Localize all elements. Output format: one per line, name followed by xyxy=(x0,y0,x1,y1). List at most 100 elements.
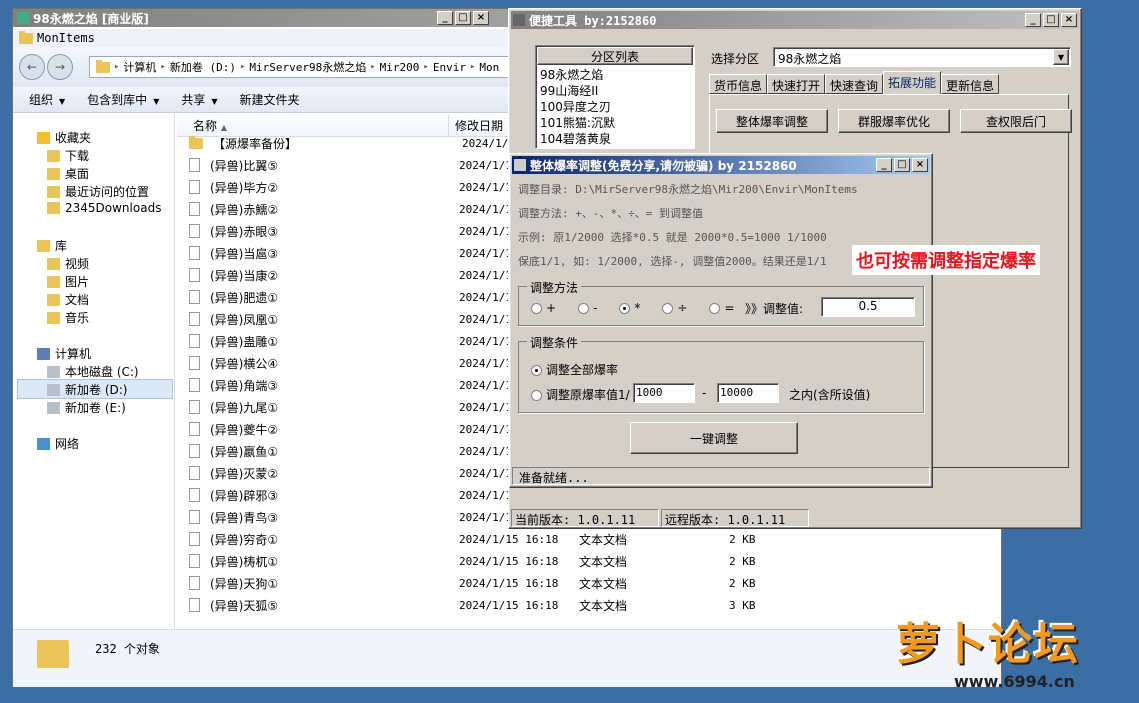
ext-button-0[interactable]: 整体爆率调整 xyxy=(716,109,828,133)
cond-range-radio[interactable]: 调整原爆率值1/ xyxy=(531,386,630,403)
op-radio[interactable]: ÷ xyxy=(662,301,687,315)
zone-item[interactable]: 100异度之刃 xyxy=(536,98,694,114)
nav-item[interactable]: 收藏夹 xyxy=(37,129,91,146)
watermark: 萝卜论坛 www.6994.cn xyxy=(896,608,1118,696)
toolbar-button[interactable]: 共享 ▼ xyxy=(181,91,217,108)
tab-0[interactable]: 货币信息 xyxy=(709,74,768,94)
breadcrumb-item[interactable]: 计算机 xyxy=(123,59,156,75)
chevron-right-icon[interactable]: ▸ xyxy=(370,62,375,72)
maximize-button[interactable]: □ xyxy=(894,158,910,172)
nav-item[interactable]: 新加卷 (D:) xyxy=(47,381,127,398)
close-button[interactable]: × xyxy=(473,11,489,25)
file-name: (异兽)辟邪③ xyxy=(210,488,279,503)
nav-item[interactable]: 桌面 xyxy=(47,165,89,182)
folder-icon xyxy=(19,30,33,44)
file-name: (异兽)蛊雕① xyxy=(210,334,279,349)
nav-item[interactable]: 下载 xyxy=(47,147,89,164)
ext-button-1[interactable]: 群服爆率优化 xyxy=(838,109,950,133)
details-pane: 232 个对象 xyxy=(13,629,1001,687)
minimize-button[interactable]: _ xyxy=(1025,13,1041,27)
chevron-right-icon[interactable]: ▸ xyxy=(240,62,245,72)
back-button[interactable]: ← xyxy=(19,54,45,80)
nav-item[interactable]: 最近访问的位置 xyxy=(47,183,149,200)
zone-item[interactable]: 98永燃之焰 xyxy=(536,66,694,82)
nav-item[interactable]: 音乐 xyxy=(47,309,89,326)
zone-item[interactable]: 99山海经II xyxy=(536,82,694,98)
zone-item[interactable]: 101熊猫:沉默 xyxy=(536,114,694,130)
op-radio[interactable]: - xyxy=(578,301,597,315)
file-row[interactable]: (异兽)梼杌① 2024/1/15 16:18 文本文档 2 KB xyxy=(189,550,1009,572)
breadcrumb-item[interactable]: MirServer98永燃之焰 xyxy=(249,59,366,75)
tab-2[interactable]: 快速查询 xyxy=(825,74,884,94)
chevron-right-icon[interactable]: ▸ xyxy=(423,62,428,72)
tab-1[interactable]: 快速打开 xyxy=(767,74,826,94)
file-row[interactable]: (异兽)天狐⑤ 2024/1/15 16:18 文本文档 3 KB xyxy=(189,594,1009,616)
nav-item[interactable]: 网络 xyxy=(37,435,79,452)
minimize-button[interactable]: _ xyxy=(437,11,453,25)
toolbar-button[interactable]: 包含到库中 ▼ xyxy=(87,91,159,108)
tool-titlebar[interactable]: 便捷工具 by:2152860 _ □ × xyxy=(511,11,1079,29)
nav-item[interactable]: 图片 xyxy=(47,273,89,290)
toolbar-button[interactable]: 新建文件夹 xyxy=(240,91,300,108)
run-adjust-button[interactable]: 一键调整 xyxy=(630,422,798,454)
cond-all-radio[interactable]: 调整全部爆率 xyxy=(531,361,618,378)
folder-large-icon xyxy=(37,640,69,668)
nav-item[interactable]: 视频 xyxy=(47,255,89,272)
maximize-button[interactable]: □ xyxy=(455,11,471,25)
op-radio[interactable]: * xyxy=(619,301,640,315)
minimize-button[interactable]: _ xyxy=(876,158,892,172)
forward-button[interactable]: → xyxy=(47,54,73,80)
maximize-button[interactable]: □ xyxy=(1043,13,1059,27)
close-button[interactable]: × xyxy=(912,158,928,172)
op-radio[interactable]: + xyxy=(531,301,556,315)
file-name: (异兽)梼杌① xyxy=(210,554,279,569)
op-label: ÷ xyxy=(677,301,688,315)
value-input[interactable]: 0.5 xyxy=(821,297,915,317)
dialog-titlebar[interactable]: 整体爆率调整(免费分享,请勿被骗) by 2152860 _ □ × xyxy=(512,156,930,174)
nav-item[interactable]: 本地磁盘 (C:) xyxy=(47,363,139,380)
nav-item[interactable]: 计算机 xyxy=(37,345,91,362)
file-row[interactable]: (异兽)穷奇① 2024/1/15 16:18 文本文档 2 KB xyxy=(189,528,1009,550)
close-button[interactable]: × xyxy=(1061,13,1077,27)
range-to-input[interactable]: 10000 xyxy=(717,383,779,403)
file-name: (异兽)毕方② xyxy=(210,180,279,195)
nav-label: 本地磁盘 (C:) xyxy=(65,365,139,379)
zone-item[interactable]: 104碧落黄泉 xyxy=(536,130,694,146)
folder-icon xyxy=(96,59,110,73)
tab-3[interactable]: 拓展功能 xyxy=(883,71,942,94)
nav-item[interactable]: 2345Downloads xyxy=(47,201,161,215)
breadcrumb-item[interactable]: Mir200 xyxy=(380,61,420,74)
chevron-right-icon[interactable]: ▸ xyxy=(114,62,119,72)
breadcrumb-item[interactable]: Envir xyxy=(433,61,466,74)
method-description: 调整方法: +、-、*、÷、= 到调整值 xyxy=(518,207,703,220)
watermark-logo: 萝卜论坛 xyxy=(896,619,1080,670)
file-name: (异兽)赤鱬② xyxy=(210,202,279,217)
file-size: 2 KB xyxy=(729,532,756,546)
range-from-input[interactable]: 1000 xyxy=(633,383,695,403)
breadcrumb-item[interactable]: Mon xyxy=(479,61,499,74)
nav-item[interactable]: 库 xyxy=(37,237,67,254)
zone-list-header: 分区列表 xyxy=(537,47,693,65)
file-name: (异兽)夔牛② xyxy=(210,422,279,437)
chevron-right-icon[interactable]: ▸ xyxy=(160,62,165,72)
zone-list[interactable]: 分区列表 98永燃之焰 99山海经II 100异度之刃 101熊猫:沉默 104碧落黄泉 xyxy=(535,45,695,149)
file-type: 文本文档 xyxy=(579,598,628,613)
file-name: (异兽)青鸟③ xyxy=(210,510,279,525)
breadcrumb-item[interactable]: 新加卷 (D:) xyxy=(170,59,236,75)
nav-item[interactable]: 新加卷 (E:) xyxy=(47,399,126,416)
file-name: (异兽)横公④ xyxy=(210,356,279,371)
text-file-icon xyxy=(189,158,200,172)
breadcrumb[interactable]: ▸ 计算机 ▸ 新加卷 (D:) ▸ MirServer98永燃之焰 ▸ Mir200 ▸ Env… xyxy=(89,56,509,78)
op-radio[interactable]: = xyxy=(709,301,735,315)
text-file-icon xyxy=(189,378,200,392)
toolbar-button[interactable]: 组织 ▼ xyxy=(29,91,65,108)
file-row[interactable]: (异兽)天狗① 2024/1/15 16:18 文本文档 2 KB xyxy=(189,572,1009,594)
tab-4[interactable]: 更新信息 xyxy=(941,74,1000,94)
chevron-right-icon[interactable]: ▸ xyxy=(470,62,475,72)
chevron-down-icon[interactable]: ▼ xyxy=(1053,49,1069,65)
nav-item[interactable]: 文档 xyxy=(47,291,89,308)
file-name: (异兽)天狗① xyxy=(210,576,279,591)
file-name: (异兽)九尾① xyxy=(210,400,279,415)
ext-button-2[interactable]: 查权限后门 xyxy=(960,109,1072,133)
zone-select[interactable]: 98永燃之焰 ▼ xyxy=(773,47,1071,67)
